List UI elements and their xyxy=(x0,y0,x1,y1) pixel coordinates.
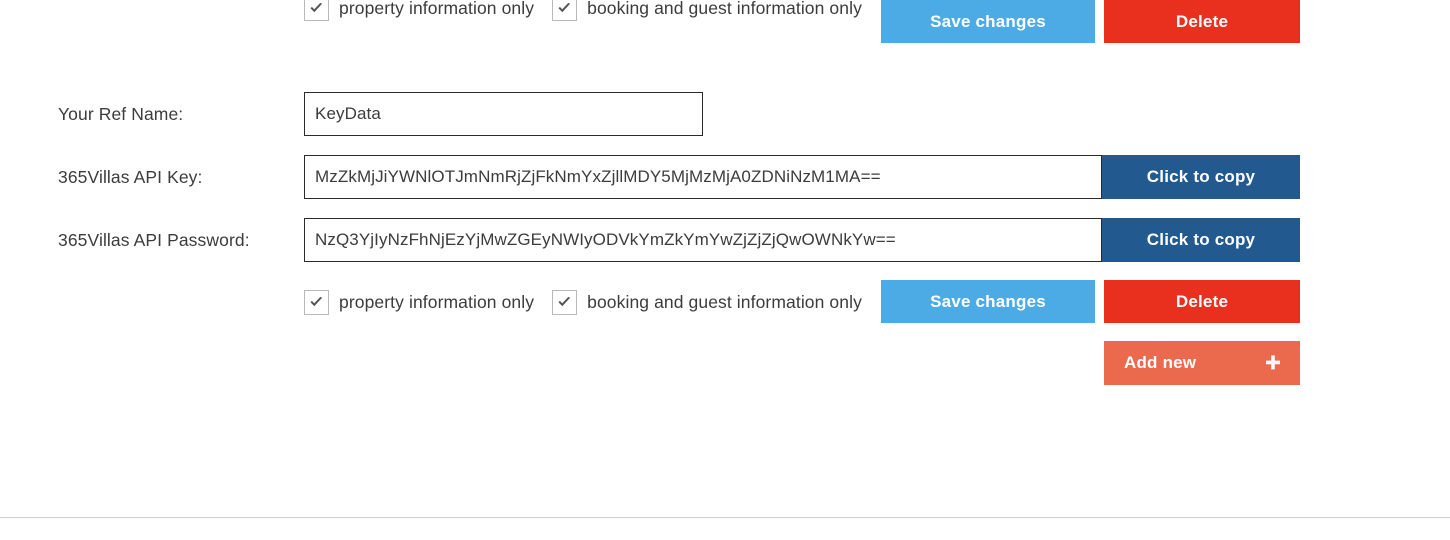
api-key-input[interactable] xyxy=(304,155,1102,199)
ref-name-input[interactable] xyxy=(304,92,703,136)
permissions-row-bottom: property information only booking and gu… xyxy=(0,280,1450,324)
api-key-label: 365Villas API Key: xyxy=(58,167,203,187)
copy-api-password-button[interactable]: Click to copy xyxy=(1102,218,1300,262)
plus-icon xyxy=(1264,354,1282,372)
ref-name-label: Your Ref Name: xyxy=(58,104,184,124)
save-changes-button-bottom[interactable]: Save changes xyxy=(881,280,1095,323)
checkbox-property-information-top[interactable] xyxy=(304,0,329,21)
permissions-row-top: property information only booking and gu… xyxy=(0,0,1450,43)
checkbox-booking-guest-information-bottom[interactable] xyxy=(552,289,578,315)
copy-api-key-button[interactable]: Click to copy xyxy=(1102,155,1300,199)
add-new-label: Add new xyxy=(1124,353,1197,372)
api-password-label: 365Villas API Password: xyxy=(58,230,250,250)
checkbox-property-information-bottom-label: property information only xyxy=(339,291,535,312)
add-new-button[interactable]: Add new xyxy=(1104,341,1300,385)
checkbox-booking-guest-information-top[interactable] xyxy=(552,0,578,21)
checkbox-booking-guest-information-bottom-label: booking and guest information only xyxy=(587,291,862,312)
field-row-api-password: 365Villas API Password: Click to copy xyxy=(0,218,1450,262)
save-changes-button-top[interactable]: Save changes xyxy=(881,0,1095,43)
checkbox-property-information-bottom[interactable] xyxy=(304,289,329,315)
field-row-api-key: 365Villas API Key: Click to copy xyxy=(0,155,1450,199)
delete-button-bottom[interactable]: Delete xyxy=(1104,280,1300,323)
checkbox-booking-guest-information-top-label: booking and guest information only xyxy=(587,0,862,18)
api-keys-settings-panel: property information only booking and gu… xyxy=(0,0,1450,540)
api-password-input[interactable] xyxy=(304,218,1102,262)
field-row-ref-name: Your Ref Name: xyxy=(0,92,1450,136)
delete-button-top[interactable]: Delete xyxy=(1104,0,1300,43)
checkbox-property-information-top-label: property information only xyxy=(339,0,535,18)
section-divider xyxy=(0,517,1450,518)
